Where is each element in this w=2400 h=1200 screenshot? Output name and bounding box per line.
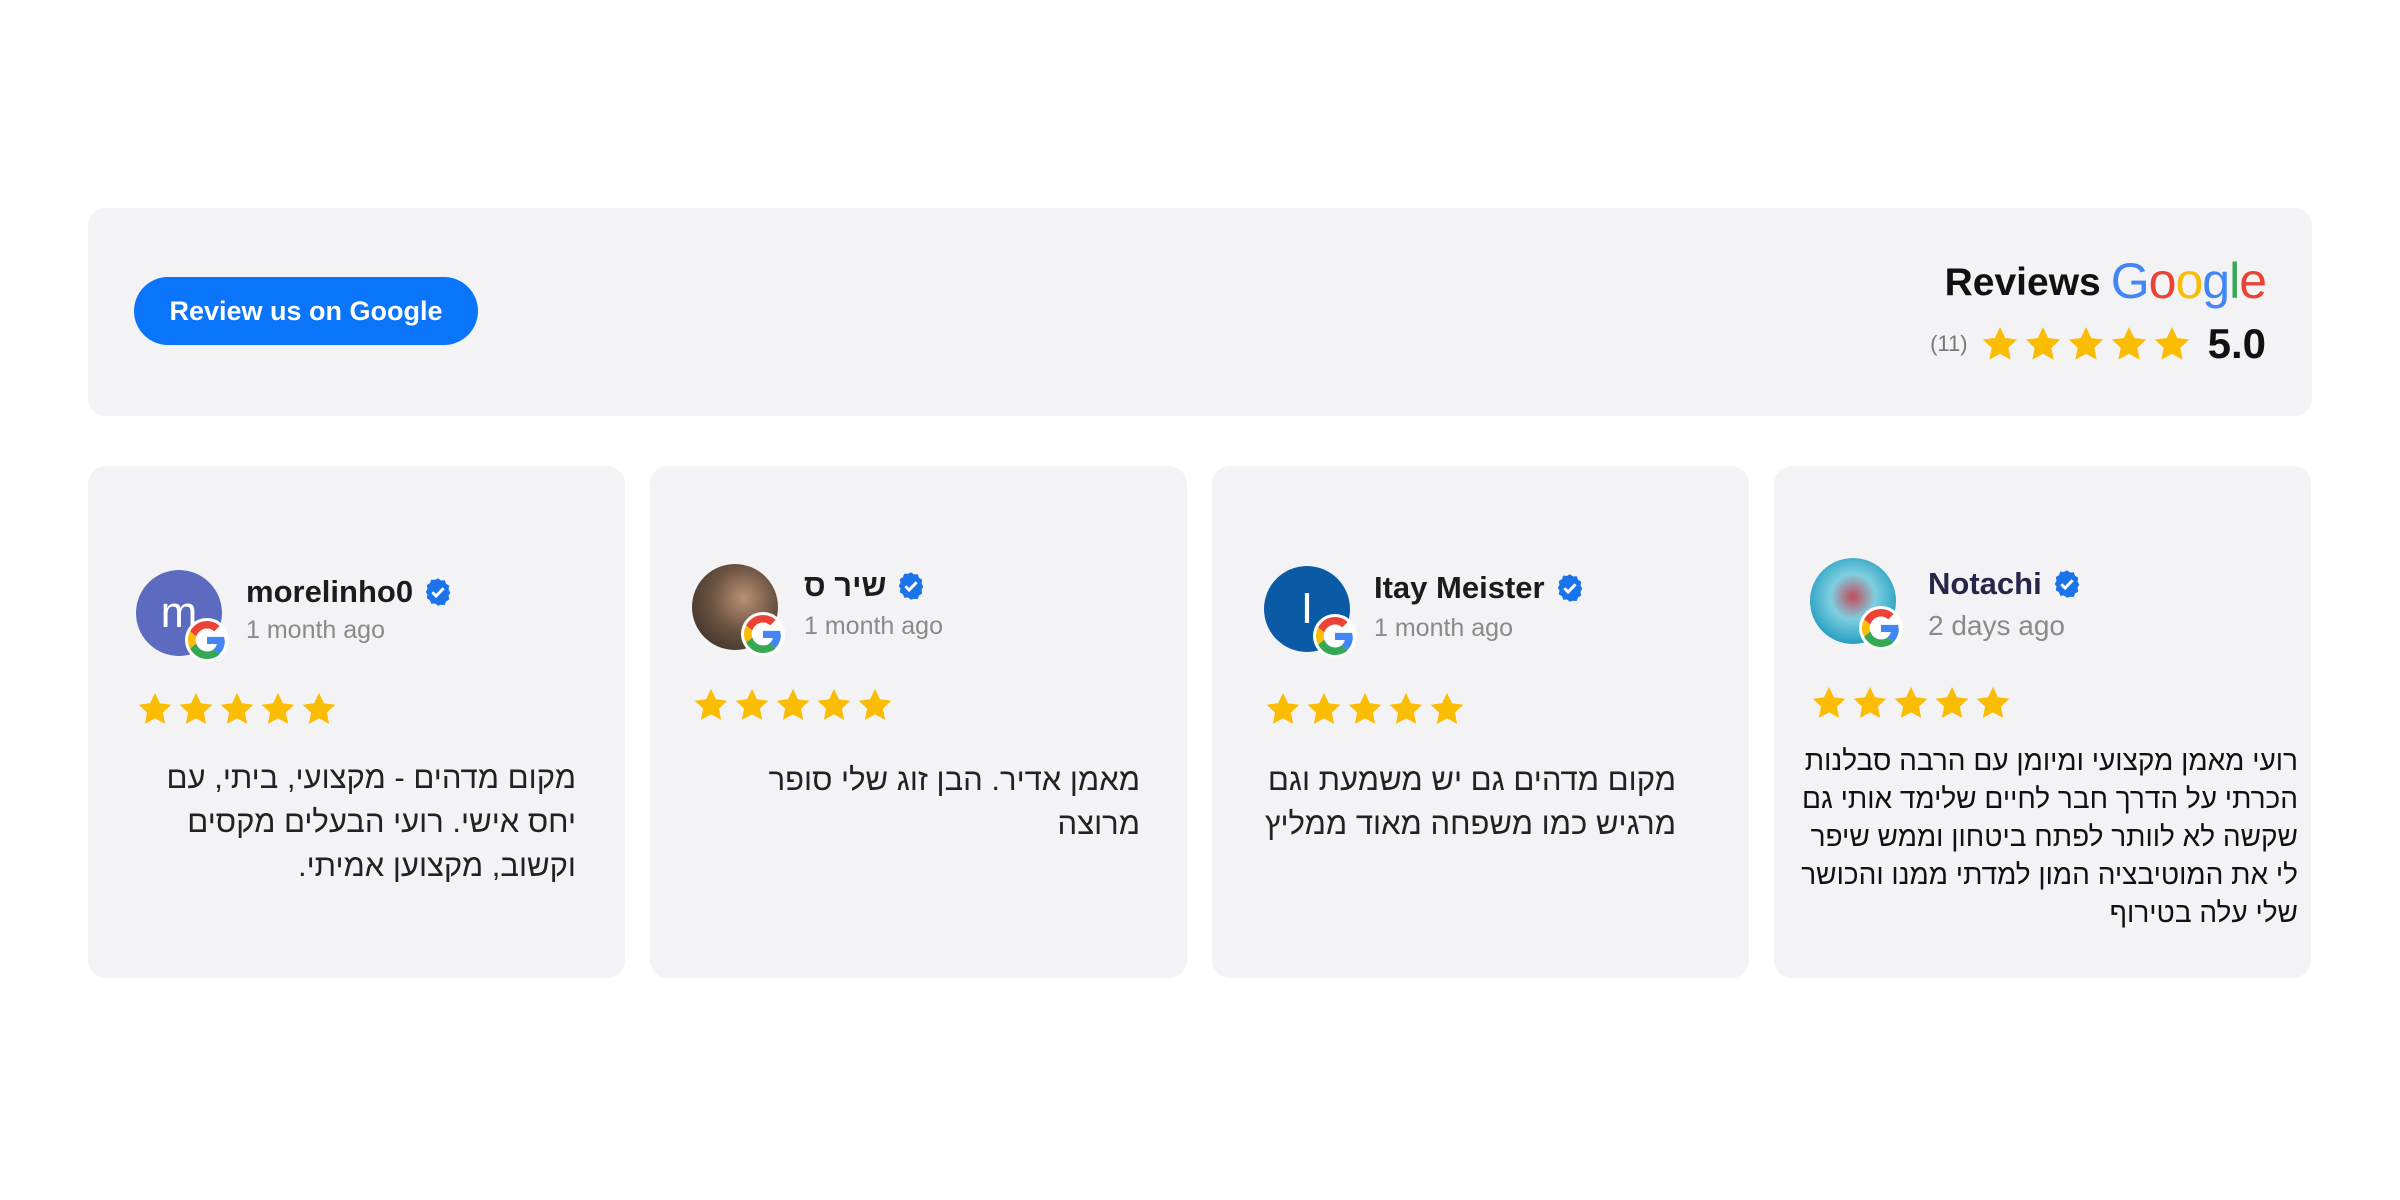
review-text: מקום מדהים גם יש משמעת וגם מרגיש כמו משפ… — [1264, 762, 1676, 841]
google-logo-letter: e — [2239, 253, 2267, 309]
star-icon — [817, 688, 851, 720]
reviews-summary-panel: Review us on Google Reviews Google (11) … — [88, 208, 2312, 416]
reviewer-name: Notachi — [1928, 566, 2042, 601]
star-icon — [2025, 327, 2060, 360]
star-icon — [220, 692, 254, 724]
review-card: I Itay Meister 1 month ago מקום מדהים גם… — [1212, 466, 1749, 978]
overall-rating: (11) 5.0 — [1930, 320, 2266, 368]
star-icon — [1389, 692, 1423, 724]
rating-score: 5.0 — [2207, 320, 2266, 367]
review-count: (11) — [1930, 331, 1968, 356]
google-g-icon — [741, 612, 785, 656]
google-g-icon — [185, 618, 229, 662]
star-icon — [735, 688, 769, 720]
google-logo-letter: o — [2175, 253, 2203, 309]
star-icon — [2111, 327, 2146, 360]
review-text: מאמן אדיר. הבן זוג שלי סופר מרוצה — [768, 762, 1140, 841]
review-stars — [1810, 684, 2012, 722]
star-icon — [138, 692, 172, 724]
reviewer-name: Itay Meister — [1374, 570, 1545, 605]
review-date: 1 month ago — [246, 616, 385, 644]
review-stars — [692, 686, 894, 724]
verified-badge-icon — [1557, 574, 1582, 602]
review-stars — [136, 690, 338, 728]
review-date: 2 days ago — [1928, 610, 2065, 641]
star-icon — [179, 692, 213, 724]
google-logo: Google — [2110, 253, 2267, 309]
reviewer-name-row: Itay Meister — [1374, 570, 1585, 606]
star-icon — [1348, 692, 1382, 724]
star-icon — [1935, 686, 1969, 718]
star-icon — [1430, 692, 1464, 724]
review-us-on-google-button[interactable]: Review us on Google — [134, 277, 478, 345]
google-g-icon — [1313, 614, 1357, 658]
star-icon — [1982, 327, 2017, 360]
reviewer-name-row: שיר ס — [804, 568, 926, 604]
verified-badge-icon — [899, 572, 924, 600]
reviewer-name: morelinho0 — [246, 574, 414, 609]
review-date: 1 month ago — [1374, 614, 1513, 642]
star-icon — [2068, 327, 2103, 360]
review-stars — [1264, 690, 1466, 728]
reviewer-name: שיר ס — [804, 568, 887, 603]
reviewer-name-row: Notachi — [1928, 566, 2082, 602]
review-text: רועי מאמן מקצועי ומיומן עם הרבה סבלנות ה… — [1801, 745, 2298, 928]
google-logo-letter: o — [2148, 253, 2177, 309]
google-logo-letter: l — [2229, 253, 2240, 309]
star-icon — [1812, 686, 1846, 718]
review-date: 1 month ago — [804, 612, 943, 640]
star-icon — [694, 688, 728, 720]
review-text: מקום מדהים - מקצועי, ביתי, עם יחס אישי. … — [166, 760, 576, 883]
star-icon — [1853, 686, 1887, 718]
star-icon — [261, 692, 295, 724]
star-icon — [1266, 692, 1300, 724]
review-card: Notachi 2 days ago רועי מאמן מקצועי ומיו… — [1774, 466, 2311, 978]
star-icon — [2154, 327, 2189, 360]
star-icon — [1307, 692, 1341, 724]
reviews-title: Reviews — [1944, 261, 2101, 304]
star-icon — [776, 688, 810, 720]
review-cards: m morelinho0 1 month ago מקום מדהים - מק… — [88, 466, 2312, 978]
star-icon — [1894, 686, 1928, 718]
google-logo-letter: G — [2110, 253, 2150, 309]
reviewer-name-row: morelinho0 — [246, 574, 453, 610]
star-icon — [1976, 686, 2010, 718]
verified-badge-icon — [425, 578, 451, 606]
google-logo-letter: g — [2202, 253, 2230, 309]
star-icon — [858, 688, 892, 720]
verified-badge-icon — [2054, 570, 2079, 598]
overall-stars — [1980, 324, 2192, 364]
reviews-brand: Reviews Google — [1944, 253, 2267, 309]
review-card: שיר ס 1 month ago מאמן אדיר. הבן זוג שלי… — [650, 466, 1187, 978]
star-icon — [302, 692, 336, 724]
review-card: m morelinho0 1 month ago מקום מדהים - מק… — [88, 466, 625, 978]
google-g-icon — [1859, 606, 1903, 650]
